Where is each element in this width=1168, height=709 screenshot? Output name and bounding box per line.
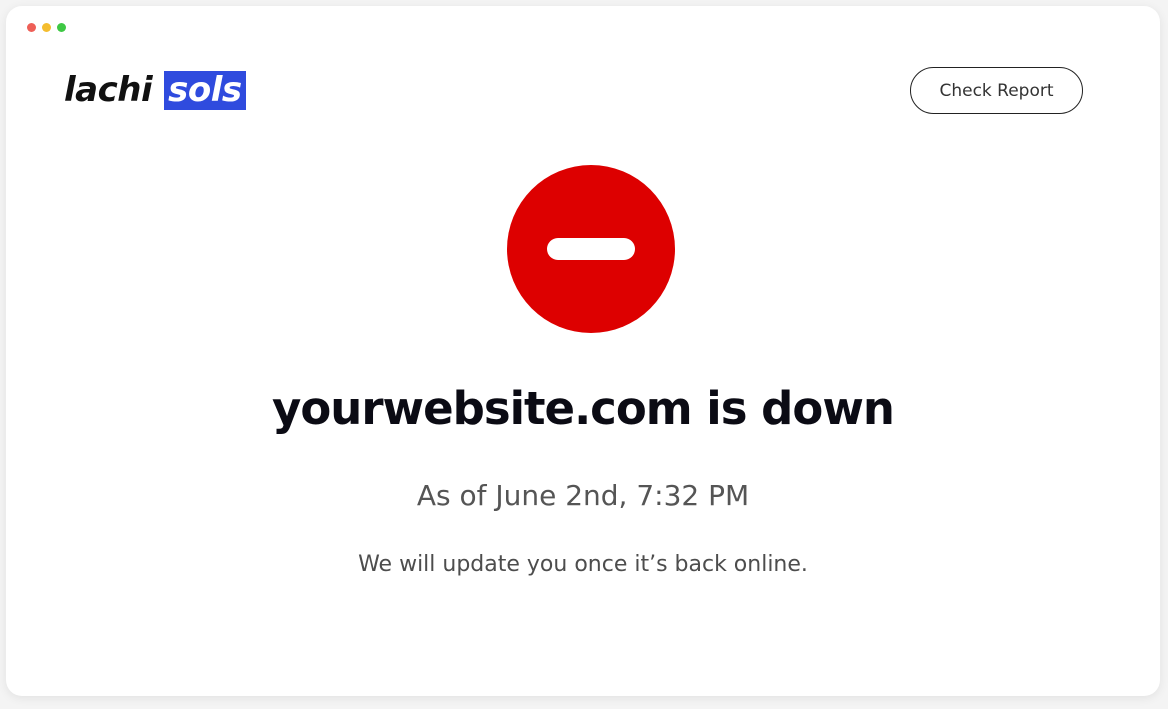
window-controls <box>27 23 66 32</box>
status-message: We will update you once it’s back online… <box>358 552 808 577</box>
logo-text-primary: lachi <box>64 70 153 110</box>
close-dot[interactable] <box>27 23 36 32</box>
logo[interactable]: lachi sols <box>64 69 246 111</box>
minimize-dot[interactable] <box>42 23 51 32</box>
logo-text-highlight: sols <box>164 70 246 110</box>
no-entry-bar <box>547 238 635 260</box>
status-timestamp: As of June 2nd, 7:32 PM <box>416 479 750 512</box>
maximize-dot[interactable] <box>57 23 66 32</box>
status-headline: yourwebsite.com is down <box>272 382 895 435</box>
no-entry-icon <box>507 165 675 333</box>
browser-window: lachi sols Check Report yourwebsite.com … <box>6 6 1160 696</box>
check-report-button[interactable]: Check Report <box>910 67 1083 114</box>
